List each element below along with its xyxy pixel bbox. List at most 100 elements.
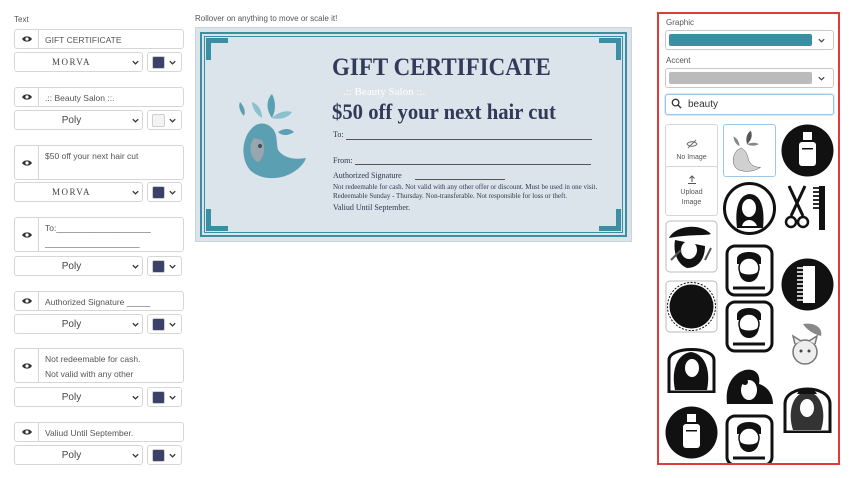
certificate-canvas[interactable]: GIFT CERTIFICATE .:: Beauty Salon ::. $5…	[195, 27, 632, 242]
certificate-offer[interactable]: $50 off your next hair cut	[332, 99, 556, 125]
certificate-to[interactable]: To:	[333, 130, 344, 139]
eye-icon[interactable]	[15, 30, 39, 48]
font-select[interactable]: Poly	[14, 256, 143, 276]
woman-portrait-badge-graphic	[723, 182, 776, 235]
certificate-terms-1[interactable]: Not redeemable for cash. Not valid with …	[333, 183, 597, 191]
font-controls: Poly	[14, 256, 182, 276]
certificate-from[interactable]: From:	[333, 156, 353, 165]
eye-icon[interactable]	[15, 349, 39, 382]
chevron-down-icon	[165, 393, 179, 402]
text-color-select[interactable]	[147, 314, 182, 334]
certificate-valid[interactable]: Valiud Until September.	[333, 203, 410, 212]
bearded-man-graphic	[725, 300, 774, 353]
comb-badge-tile[interactable]	[781, 258, 834, 311]
round-badge-tile[interactable]	[665, 280, 718, 333]
upload-image-button[interactable]: Upload Image	[665, 166, 718, 216]
eye-icon[interactable]	[15, 88, 39, 106]
no-image-icon	[685, 139, 698, 153]
bottle-badge-tile[interactable]	[781, 124, 834, 177]
bottle-badge-tile[interactable]	[665, 406, 718, 459]
bearded-man-graphic	[725, 414, 774, 463]
text-field-input[interactable]: To:____________________ ________________…	[39, 218, 157, 251]
accent-color-bar	[669, 72, 812, 84]
chevron-down-icon	[128, 58, 142, 67]
panda-tile[interactable]	[723, 356, 776, 409]
eye-icon[interactable]	[15, 423, 39, 441]
text-field-row[interactable]: Not redeemable for cash. Not valid with …	[14, 348, 184, 383]
scissors-comb-tile[interactable]	[781, 182, 834, 235]
bearded-man-tile[interactable]	[723, 244, 776, 297]
bearded-man-tile[interactable]	[723, 414, 776, 463]
graphic-color-select[interactable]	[665, 30, 834, 50]
text-color-select[interactable]	[147, 110, 182, 130]
text-field-input[interactable]: .:: Beauty Salon ::.	[39, 88, 120, 106]
text-field-row[interactable]: Valiud Until September.	[14, 422, 184, 442]
eye-icon[interactable]	[15, 292, 39, 310]
font-select[interactable]: Poly	[14, 387, 143, 407]
woman-portrait-badge-tile[interactable]	[723, 182, 776, 235]
text-color-select[interactable]	[147, 52, 182, 72]
graphic-color-bar	[669, 34, 812, 46]
eye-icon[interactable]	[15, 218, 39, 251]
corner-ornament	[206, 38, 228, 60]
woman-plant-tile[interactable]	[723, 124, 776, 177]
chevron-down-icon	[812, 74, 830, 83]
font-select[interactable]: MORVA	[14, 182, 143, 202]
text-field-row[interactable]: GIFT CERTIFICATE	[14, 29, 184, 49]
signature-line	[415, 179, 505, 180]
text-color-select[interactable]	[147, 256, 182, 276]
color-swatch	[152, 259, 165, 273]
font-name: Poly	[61, 449, 82, 461]
color-swatch	[152, 317, 165, 331]
font-name: Poly	[61, 391, 82, 403]
certificate-terms-2[interactable]: Redeemable Sunday - Thursday. Non-transf…	[333, 192, 567, 200]
woman-plant-graphic[interactable]	[232, 88, 312, 183]
font-select[interactable]: Poly	[14, 110, 143, 130]
graphic-search-box[interactable]	[665, 94, 834, 115]
text-panel-title: Text	[14, 15, 29, 24]
text-field-input[interactable]: Not redeemable for cash. Not valid with …	[39, 349, 147, 382]
graphic-label: Graphic	[666, 18, 695, 27]
text-field-input[interactable]: Authorized Signature _____	[39, 292, 156, 310]
font-controls: Poly	[14, 314, 182, 334]
cat-tile[interactable]	[781, 320, 834, 373]
woman-curly-hair-tile[interactable]	[781, 380, 834, 434]
text-field-input[interactable]: $50 off your next hair cut	[39, 146, 144, 179]
text-field-row[interactable]: $50 off your next hair cut	[14, 145, 184, 180]
text-field-row[interactable]: Authorized Signature _____	[14, 291, 184, 311]
font-controls: Poly	[14, 110, 182, 130]
text-color-select[interactable]	[147, 182, 182, 202]
font-select[interactable]: MORVA	[14, 52, 143, 72]
font-name: Poly	[61, 114, 82, 126]
text-color-select[interactable]	[147, 445, 182, 465]
font-select[interactable]: Poly	[14, 445, 143, 465]
upload-label-1: Upload	[680, 189, 703, 196]
text-color-select[interactable]	[147, 387, 182, 407]
certificate-title[interactable]: GIFT CERTIFICATE	[332, 54, 551, 82]
chevron-down-icon	[128, 451, 142, 460]
round-badge-graphic	[665, 280, 718, 333]
font-select[interactable]: Poly	[14, 314, 143, 334]
certificate-signature[interactable]: Authorized Signature	[333, 171, 402, 180]
text-field-input[interactable]: Valiud Until September.	[39, 423, 139, 441]
accent-color-select[interactable]	[665, 68, 834, 88]
text-field-row[interactable]: .:: Beauty Salon ::.	[14, 87, 184, 107]
color-swatch	[152, 448, 165, 462]
bearded-man-tile[interactable]	[723, 300, 776, 353]
corner-ornament	[599, 209, 621, 231]
certificate-salon-name[interactable]: .:: Beauty Salon ::.	[343, 86, 425, 98]
text-field-input[interactable]: GIFT CERTIFICATE	[39, 30, 128, 48]
text-field-row[interactable]: To:____________________ ________________…	[14, 217, 184, 252]
panda-graphic	[726, 369, 773, 404]
font-controls: MORVA	[14, 182, 182, 202]
chevron-down-icon	[128, 320, 142, 329]
canvas-hint: Rollover on anything to move or scale it…	[195, 14, 338, 23]
from-line	[355, 164, 591, 165]
eye-icon[interactable]	[15, 146, 39, 179]
scissors-comb-graphic	[784, 185, 825, 230]
chevron-down-icon	[128, 393, 142, 402]
search-input[interactable]	[688, 99, 828, 110]
font-name: MORVA	[51, 187, 92, 197]
woman-hair-arch-tile[interactable]	[665, 340, 718, 394]
woman-hat-tile[interactable]	[665, 220, 718, 273]
